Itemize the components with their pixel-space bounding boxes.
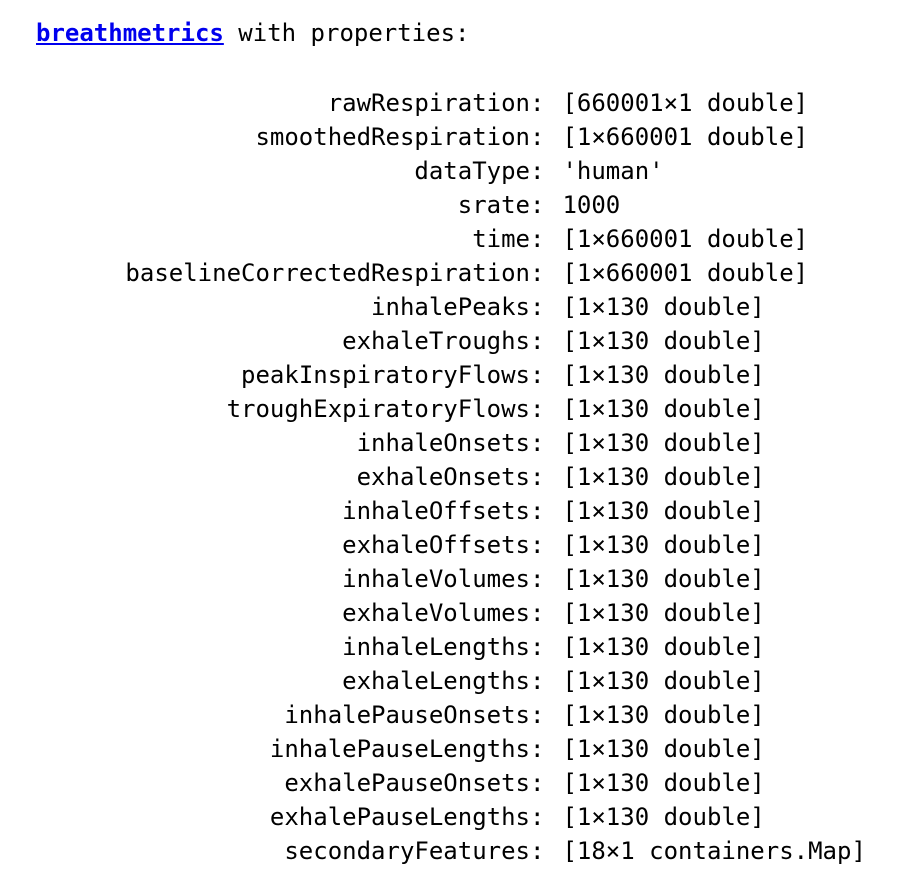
property-row: secondaryFeatures: [18×1 containers.Map] [0, 834, 900, 868]
property-value: [1×130 double] [562, 769, 765, 797]
property-row: exhalePauseOnsets: [1×130 double] [0, 766, 900, 800]
property-name: dataType [414, 157, 530, 185]
property-name: exhaleOnsets [356, 463, 530, 491]
class-name-link[interactable]: breathmetrics [36, 19, 224, 47]
property-name: inhalePauseLengths [269, 735, 530, 763]
property-name: exhaleVolumes [342, 599, 530, 627]
property-name: inhaleOnsets [356, 429, 530, 457]
property-name: inhaleOffsets [342, 497, 530, 525]
property-row: exhaleTroughs: [1×130 double] [0, 324, 900, 358]
property-value: 1000 [562, 191, 621, 219]
property-name: exhalePauseLengths [269, 803, 530, 831]
property-value: [660001×1 double] [562, 89, 809, 117]
property-list: rawRespiration: [660001×1 double] smoothe… [0, 86, 900, 868]
property-row: baselineCorrectedRespiration: [1×660001 d… [0, 256, 900, 290]
property-value: [1×130 double] [562, 361, 765, 389]
property-name: inhaleLengths [342, 633, 530, 661]
property-value: [1×660001 double] [562, 259, 809, 287]
property-row: inhalePauseOnsets: [1×130 double] [0, 698, 900, 732]
property-name: exhaleOffsets [342, 531, 530, 559]
property-name: time [472, 225, 530, 253]
property-row: exhaleOnsets: [1×130 double] [0, 460, 900, 494]
property-row: troughExpiratoryFlows: [1×130 double] [0, 392, 900, 426]
property-name: exhaleLengths [342, 667, 530, 695]
property-name: troughExpiratoryFlows [226, 395, 530, 423]
property-row: peakInspiratoryFlows: [1×130 double] [0, 358, 900, 392]
property-name: secondaryFeatures [284, 837, 530, 865]
property-row: inhalePauseLengths: [1×130 double] [0, 732, 900, 766]
property-row: exhaleOffsets: [1×130 double] [0, 528, 900, 562]
property-value: 'human' [562, 157, 664, 185]
property-row: exhalePauseLengths: [1×130 double] [0, 800, 900, 834]
property-name: smoothedRespiration [255, 123, 530, 151]
property-row: rawRespiration: [660001×1 double] [0, 86, 900, 120]
property-value: [1×130 double] [562, 803, 765, 831]
property-name: rawRespiration [327, 89, 530, 117]
property-row: smoothedRespiration: [1×660001 double] [0, 120, 900, 154]
property-row: inhaleOnsets: [1×130 double] [0, 426, 900, 460]
property-value: [1×130 double] [562, 701, 765, 729]
property-value: [1×130 double] [562, 599, 765, 627]
property-value: [1×130 double] [562, 293, 765, 321]
property-value: [1×130 double] [562, 463, 765, 491]
property-value: [1×130 double] [562, 497, 765, 525]
header-suffix: with properties: [223, 19, 470, 47]
property-name: inhalePauseOnsets [284, 701, 530, 729]
property-row: inhaleOffsets: [1×130 double] [0, 494, 900, 528]
property-value: [1×130 double] [562, 429, 765, 457]
property-row: time: [1×660001 double] [0, 222, 900, 256]
property-name: baselineCorrectedRespiration [125, 259, 530, 287]
property-row: inhaleVolumes: [1×130 double] [0, 562, 900, 596]
property-name: inhaleVolumes [342, 565, 530, 593]
property-name: exhalePauseOnsets [284, 769, 530, 797]
property-value: [1×130 double] [562, 565, 765, 593]
object-header: breathmetrics with properties: [36, 16, 469, 50]
property-row: inhalePeaks: [1×130 double] [0, 290, 900, 324]
property-row: inhaleLengths: [1×130 double] [0, 630, 900, 664]
property-row: exhaleLengths: [1×130 double] [0, 664, 900, 698]
property-row: srate:1000 [0, 188, 900, 222]
property-name: peakInspiratoryFlows [241, 361, 530, 389]
property-name: inhalePeaks [371, 293, 530, 321]
property-name: exhaleTroughs [342, 327, 530, 355]
property-name: srate [457, 191, 530, 219]
property-value: [1×130 double] [562, 531, 765, 559]
property-value: [18×1 containers.Map] [562, 837, 866, 865]
property-value: [1×130 double] [562, 667, 765, 695]
property-value: [1×130 double] [562, 633, 765, 661]
property-value: [1×130 double] [562, 327, 765, 355]
property-value: [1×660001 double] [562, 123, 809, 151]
property-value: [1×130 double] [562, 735, 765, 763]
property-row: exhaleVolumes: [1×130 double] [0, 596, 900, 630]
property-value: [1×660001 double] [562, 225, 809, 253]
property-row: dataType:'human' [0, 154, 900, 188]
property-value: [1×130 double] [562, 395, 765, 423]
